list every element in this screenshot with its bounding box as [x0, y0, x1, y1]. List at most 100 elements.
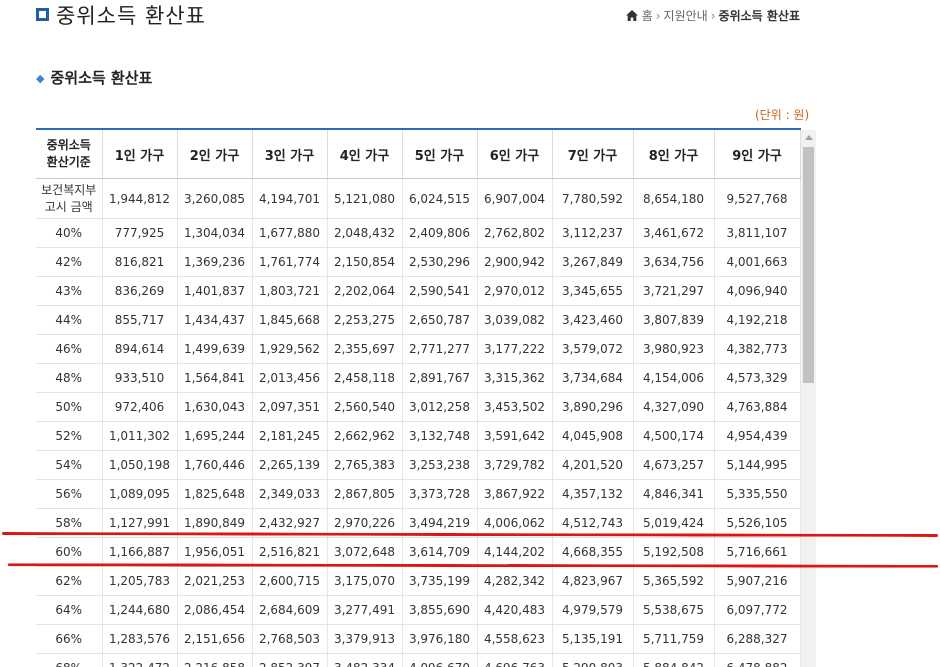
table-cell: 3,260,085 — [177, 178, 253, 219]
row-label: 54% — [36, 450, 103, 480]
table-cell: 3,253,238 — [402, 450, 478, 480]
table-cell: 5,711,759 — [633, 624, 715, 654]
table-cell: 3,735,199 — [402, 566, 478, 596]
table-cell: 5,290,803 — [552, 653, 634, 667]
table-cell: 4,194,701 — [252, 178, 328, 219]
table-cell: 2,048,432 — [327, 218, 403, 248]
table-cell: 972,406 — [102, 392, 178, 422]
table-cell: 2,151,656 — [177, 624, 253, 654]
table-cell: 3,634,756 — [633, 247, 715, 277]
table-cell: 1,011,302 — [102, 421, 178, 451]
table-cell: 3,012,258 — [402, 392, 478, 422]
table-cell: 3,132,748 — [402, 421, 478, 451]
row-label: 보건복지부 고시 금액 — [36, 178, 103, 219]
home-icon[interactable] — [625, 10, 638, 21]
table-cell: 3,721,297 — [633, 276, 715, 306]
table-cell: 5,884,842 — [633, 653, 715, 667]
table-cell: 4,144,202 — [477, 537, 553, 567]
table-cell: 4,500,174 — [633, 421, 715, 451]
table-row: 40% 777,925 1,304,034 1,677,880 2,048,432 2,4… — [36, 218, 801, 248]
scroll-thumb[interactable] — [803, 147, 814, 383]
table-cell: 1,434,437 — [177, 305, 253, 335]
table-cell: 2,560,540 — [327, 392, 403, 422]
table-cell: 2,458,118 — [327, 363, 403, 393]
table-cell: 2,684,609 — [252, 595, 328, 625]
table-cell: 4,573,329 — [714, 363, 801, 393]
table-cell: 3,379,913 — [327, 624, 403, 654]
row-label: 48% — [36, 363, 103, 393]
table-cell: 4,673,257 — [633, 450, 715, 480]
table-cell: 2,265,139 — [252, 450, 328, 480]
row-label: 56% — [36, 479, 103, 509]
table-cell: 3,614,709 — [402, 537, 478, 567]
scroll-up-arrow-icon[interactable] — [801, 130, 816, 145]
table-cell: 3,579,072 — [552, 334, 634, 364]
table-cell: 5,192,508 — [633, 537, 715, 567]
row-label: 62% — [36, 566, 103, 596]
table-cell: 2,600,715 — [252, 566, 328, 596]
table-cell: 1,845,668 — [252, 305, 328, 335]
row-label: 44% — [36, 305, 103, 335]
table-cell: 1,761,774 — [252, 247, 328, 277]
header-col-5: 5인 가구 — [402, 128, 478, 179]
table-cell: 2,409,806 — [402, 218, 478, 248]
breadcrumb-parent[interactable]: 지원안내 — [664, 9, 708, 23]
table-cell: 1,564,841 — [177, 363, 253, 393]
table-header-row: 중위소득 환산기준 1인 가구 2인 가구 3인 가구 4인 가구 5인 가구 6인 가구 7… — [36, 128, 801, 179]
table-cell: 1,283,576 — [102, 624, 178, 654]
header-col-4: 4인 가구 — [327, 128, 403, 179]
table-cell: 3,729,782 — [477, 450, 553, 480]
row-label: 52% — [36, 421, 103, 451]
table-cell: 1,499,639 — [177, 334, 253, 364]
table-cell: 1,956,051 — [177, 537, 253, 567]
breadcrumb: 홈 › 지원안내 › 중위소득 환산표 — [625, 7, 800, 24]
table-cell: 4,954,439 — [714, 421, 801, 451]
table-cell: 2,762,802 — [477, 218, 553, 248]
row-label: 60% — [36, 537, 103, 567]
header-col-7: 7인 가구 — [552, 128, 634, 179]
table-row: 56% 1,089,095 1,825,648 2,349,033 2,867,805 3… — [36, 479, 801, 509]
section-title-text: 중위소득 환산표 — [50, 69, 153, 87]
income-table-container[interactable]: 중위소득 환산기준 1인 가구 2인 가구 3인 가구 4인 가구 5인 가구 6인 가구 7… — [36, 128, 816, 667]
table-cell: 3,461,672 — [633, 218, 715, 248]
table-row: 62% 1,205,783 2,021,253 2,600,715 3,175,070 3… — [36, 566, 801, 596]
table-cell: 4,823,967 — [552, 566, 634, 596]
table-cell: 5,907,216 — [714, 566, 801, 596]
page-title: 중위소득 환산표 — [56, 4, 206, 28]
vertical-scrollbar[interactable] — [801, 130, 816, 667]
table-cell: 4,763,884 — [714, 392, 801, 422]
row-label: 40% — [36, 218, 103, 248]
table-row: 50% 972,406 1,630,043 2,097,351 2,560,540 3,0… — [36, 392, 801, 422]
table-cell: 2,650,787 — [402, 305, 478, 335]
table-cell: 1,322,472 — [102, 653, 178, 667]
row-label: 66% — [36, 624, 103, 654]
table-cell: 4,668,355 — [552, 537, 634, 567]
table-cell: 4,327,090 — [633, 392, 715, 422]
table-cell: 6,478,882 — [714, 653, 801, 667]
table-cell: 3,453,502 — [477, 392, 553, 422]
table-cell: 5,365,592 — [633, 566, 715, 596]
table-cell: 1,304,034 — [177, 218, 253, 248]
table-cell: 4,558,623 — [477, 624, 553, 654]
table-cell: 3,980,923 — [633, 334, 715, 364]
table-cell: 3,039,082 — [477, 305, 553, 335]
table-cell: 4,696,763 — [477, 653, 553, 667]
table-cell: 2,768,503 — [252, 624, 328, 654]
table-cell: 1,929,562 — [252, 334, 328, 364]
table-cell: 9,527,768 — [714, 178, 801, 219]
table-cell: 2,765,383 — [327, 450, 403, 480]
table-cell: 4,154,006 — [633, 363, 715, 393]
table-cell: 4,420,483 — [477, 595, 553, 625]
table-cell: 1,166,887 — [102, 537, 178, 567]
table-cell: 1,760,446 — [177, 450, 253, 480]
table-cell: 2,253,275 — [327, 305, 403, 335]
breadcrumb-home[interactable]: 홈 — [642, 9, 653, 23]
row-label: 43% — [36, 276, 103, 306]
table-cell: 3,315,362 — [477, 363, 553, 393]
table-cell: 4,001,663 — [714, 247, 801, 277]
table-cell: 1,825,648 — [177, 479, 253, 509]
row-label: 64% — [36, 595, 103, 625]
table-cell: 2,086,454 — [177, 595, 253, 625]
table-cell: 3,591,642 — [477, 421, 553, 451]
table-cell: 5,135,191 — [552, 624, 634, 654]
